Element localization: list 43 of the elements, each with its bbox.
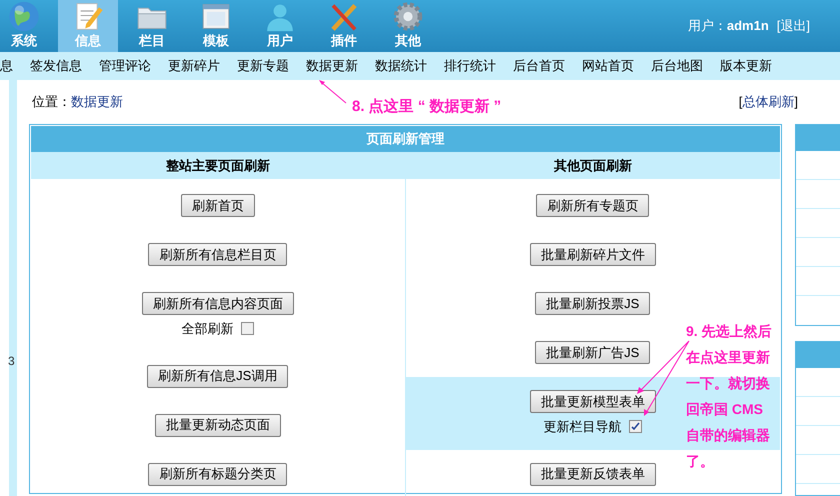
refresh-button[interactable]: 刷新所有信息栏目页 [148, 243, 288, 266]
refresh-button[interactable]: 批量更新模型表单 [530, 390, 656, 413]
user-label: 用户：adm1n [688, 17, 769, 36]
sub-nav-link[interactable]: 排行统计 [444, 56, 496, 76]
side-marker: 3 [8, 352, 15, 370]
bracket: [ [738, 93, 742, 112]
checkbox-label: 更新栏目导航 [543, 418, 622, 436]
refresh-all-link[interactable]: 总体刷新 [742, 92, 794, 112]
nav-tab[interactable]: 插件 [314, 0, 374, 52]
refresh-button[interactable]: 批量更新动态页面 [154, 414, 281, 436]
sub-nav-link[interactable]: 数据更新 [306, 56, 358, 76]
refresh-button[interactable]: 批量刷新投票JS [535, 292, 650, 315]
sub-nav-link[interactable]: 网站首页 [582, 56, 634, 76]
refresh-button[interactable]: 批量更新反馈表单 [530, 462, 656, 486]
refresh-button[interactable]: 刷新所有专题页 [536, 194, 650, 217]
sub-nav-link[interactable]: 更新专题 [237, 56, 289, 76]
checkbox-label: 全部刷新 [181, 320, 234, 338]
refresh-button[interactable]: 刷新所有标题分类页 [148, 462, 288, 486]
sub-nav-link[interactable]: 后台地图 [651, 56, 703, 76]
refresh-button[interactable]: 批量刷新广告JS [535, 341, 650, 364]
refresh-button[interactable]: 刷新所有信息JS调用 [147, 364, 288, 388]
sub-nav-link[interactable]: 管理评论 [99, 56, 151, 76]
refresh-button[interactable]: 刷新所有信息内容页面 [142, 292, 294, 315]
annotation-text: 8. 点这里 “ 数据更新 ” [352, 97, 502, 117]
refresh-button[interactable]: 批量刷新碎片文件 [530, 243, 656, 266]
sub-nav-link[interactable]: 数据统计 [375, 56, 427, 76]
bracket: ] [794, 93, 798, 112]
nav-tab[interactable]: 其他 [378, 0, 438, 52]
refresh-button[interactable]: 刷新首页 [180, 194, 255, 217]
annotation-text: 9. 先选上然后在点这里更新一下。就切换回帝国 CMS 自带的编辑器了。 [686, 322, 773, 471]
column-heading: 其他页面刷新 [406, 152, 780, 179]
sub-nav-link[interactable]: 版本更新 [720, 56, 772, 76]
nav-tab[interactable]: 用户 [250, 0, 310, 52]
nav-tab[interactable]: 模板 [186, 0, 246, 52]
panel-title: 页面刷新管理 [31, 126, 780, 152]
column-heading: 整站主要页面刷新 [31, 152, 404, 179]
sub-nav-link[interactable]: 后台首页 [513, 56, 565, 76]
breadcrumb: 位置：数据更新 [32, 93, 123, 112]
sub-nav-link[interactable]: 更新碎片 [168, 56, 220, 76]
sub-nav-link[interactable]: 签发信息 [30, 56, 82, 76]
nav-tab[interactable]: 系统 [0, 0, 54, 52]
nav-tab[interactable]: 栏目 [122, 0, 182, 52]
sub-nav-link[interactable]: 息 [0, 56, 13, 76]
